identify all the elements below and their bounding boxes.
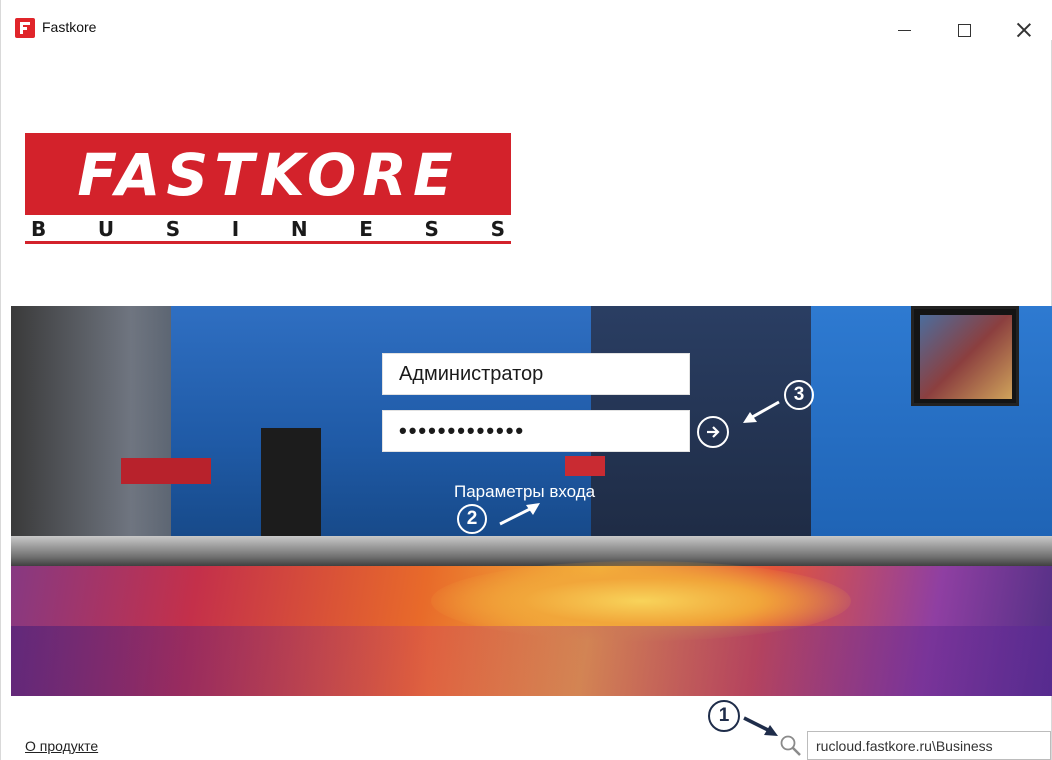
- maximize-button[interactable]: [941, 10, 987, 46]
- annotation-callout-1: 1: [708, 700, 740, 732]
- annotation-arrow-2: [499, 503, 540, 526]
- logo-letter: U: [97, 217, 115, 241]
- login-options-link[interactable]: Параметры входа: [454, 482, 595, 502]
- app-logo-icon: [15, 18, 35, 38]
- logo-letter: I: [231, 217, 240, 241]
- logo-sub-text: B U S I N E S S: [25, 217, 511, 241]
- title-bar: Fastkore: [1, 0, 1052, 40]
- server-address-field[interactable]: rucloud.fastkore.ru\Business: [807, 731, 1051, 760]
- logo-letter: S: [490, 217, 505, 241]
- login-submit-button[interactable]: [697, 416, 729, 448]
- search-icon[interactable]: [779, 734, 803, 758]
- logo-letter: N: [290, 217, 308, 241]
- fastkore-business-logo: FASTKORE B U S I N E S S: [25, 133, 511, 245]
- logo-letter: B: [31, 217, 47, 241]
- minimize-button[interactable]: [881, 10, 927, 46]
- close-button[interactable]: [1001, 10, 1047, 46]
- close-icon: [1016, 22, 1032, 38]
- annotation-callout-3: 3: [784, 380, 814, 410]
- window-title: Fastkore: [42, 19, 97, 35]
- logo-underline: [25, 241, 511, 244]
- logo-letter: S: [165, 217, 181, 241]
- minimize-icon: [897, 29, 911, 31]
- username-input[interactable]: Администратор: [382, 353, 690, 395]
- about-product-link[interactable]: О продукте: [25, 738, 98, 754]
- logo-letter: S: [424, 217, 439, 241]
- annotation-arrow-1: [743, 716, 778, 736]
- arrow-right-circle-icon: [707, 426, 720, 438]
- password-input[interactable]: •••••••••••••: [382, 410, 690, 452]
- maximize-icon: [957, 23, 971, 37]
- logo-letter: E: [359, 217, 373, 241]
- annotation-callout-2: 2: [457, 504, 487, 534]
- app-window: Fastkore FASTKORE B U S I N E S S Админи…: [0, 0, 1052, 760]
- annotation-arrow-3: [743, 400, 780, 423]
- logo-main-text: FASTKORE: [77, 141, 459, 209]
